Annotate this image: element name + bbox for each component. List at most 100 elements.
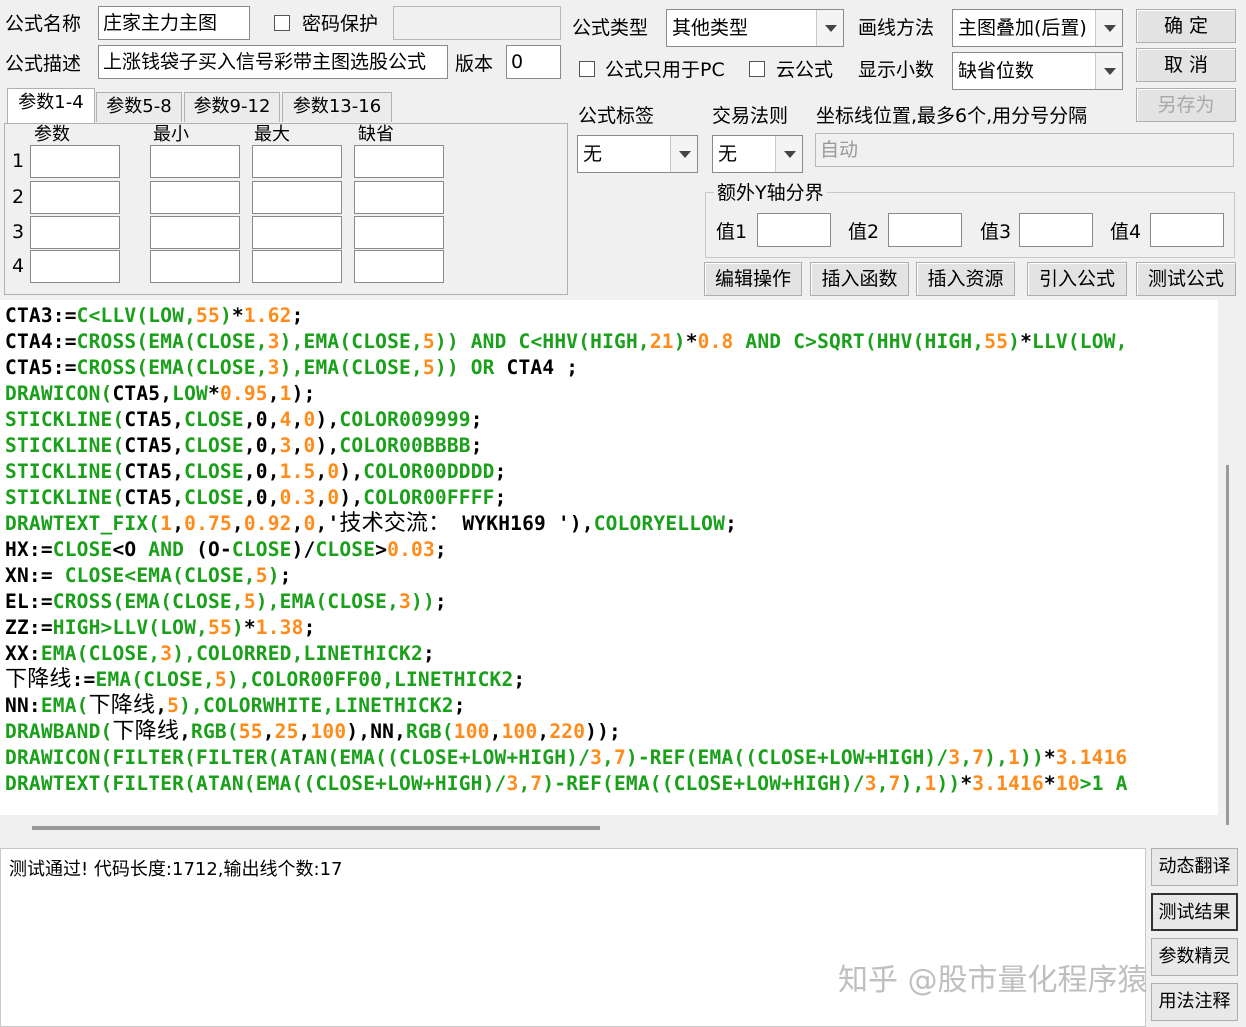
ok-button[interactable]: 确 定 — [1136, 9, 1236, 43]
import-formula-button[interactable]: 引入公式 — [1027, 262, 1127, 296]
formula-name-input[interactable]: 庄家主力主图 — [98, 6, 250, 40]
code-line[interactable]: STICKLINE(CTA5,CLOSE,0,3,0),COLOR00BBBB; — [5, 433, 483, 459]
param-row-number: 1 — [12, 150, 25, 172]
tab-params-13-16[interactable]: 参数13-16 — [282, 92, 392, 122]
draw-method-value: 主图叠加(后置) — [958, 17, 1087, 39]
password-checkbox[interactable] — [274, 15, 290, 31]
code-line[interactable]: NN:EMA(下降线,5),COLORWHITE,LINETHICK2; — [5, 693, 466, 719]
chevron-down-icon[interactable] — [670, 136, 697, 172]
code-line[interactable]: EL:=CROSS(EMA(CLOSE,5),EMA(CLOSE,3)); — [5, 589, 447, 615]
pc-only-label: 公式只用于PC — [605, 59, 725, 81]
draw-method-select[interactable]: 主图叠加(后置) — [952, 9, 1123, 47]
axis-position-input[interactable]: 自动 — [815, 133, 1234, 167]
param-name-input[interactable] — [30, 250, 120, 283]
param-row-number: 3 — [12, 221, 25, 243]
vertical-scrollbar-thumb[interactable] — [1226, 465, 1229, 825]
code-line[interactable]: DRAWBAND(下降线,RGB(55,25,100),NN,RGB(100,1… — [5, 719, 621, 745]
code-line[interactable]: STICKLINE(CTA5,CLOSE,0,4,0),COLOR009999; — [5, 407, 483, 433]
param-col-min: 最小 — [153, 124, 189, 145]
value1-input[interactable] — [757, 213, 831, 247]
param-default-input[interactable] — [354, 216, 444, 249]
version-input[interactable]: 0 — [506, 45, 561, 79]
chevron-down-icon[interactable] — [1095, 10, 1122, 46]
code-line[interactable]: DRAWTEXT(FILTER(ATAN(EMA((CLOSE+LOW+HIGH… — [5, 771, 1128, 797]
code-line[interactable]: CTA5:=CROSS(EMA(CLOSE,3),EMA(CLOSE,5)) O… — [5, 355, 578, 381]
param-default-input[interactable] — [354, 250, 444, 283]
save-as-button[interactable]: 另存为 — [1136, 88, 1236, 122]
code-line[interactable]: CTA3:=C<LLV(LOW,55)*1.62; — [5, 303, 304, 329]
value1-label: 值1 — [716, 221, 748, 243]
decimal-value: 缺省位数 — [958, 60, 1035, 82]
formula-type-select[interactable]: 其他类型 — [666, 9, 844, 47]
param-min-input[interactable] — [150, 250, 240, 283]
code-line[interactable]: DRAWTEXT_FIX(1,0.75,0.92,0,'技术交流： WYKH16… — [5, 511, 737, 537]
code-line[interactable]: DRAWICON(CTA5,LOW*0.95,1); — [5, 381, 316, 407]
code-line[interactable]: XN:= CLOSE<EMA(CLOSE,5); — [5, 563, 292, 589]
insert-function-button[interactable]: 插入函数 — [810, 262, 909, 296]
param-wizard-button[interactable]: 参数精灵 — [1151, 938, 1238, 976]
formula-tag-label: 公式标签 — [578, 105, 655, 127]
param-max-input[interactable] — [252, 216, 342, 249]
axis-position-label: 坐标线位置,最多6个,用分号分隔 — [816, 105, 1088, 127]
pc-only-checkbox[interactable] — [579, 61, 595, 77]
vertical-scrollbar[interactable] — [1218, 300, 1238, 845]
cloud-formula-checkbox[interactable] — [749, 61, 765, 77]
test-result-panel: 测试通过! 代码长度:1712,输出线个数:17 — [0, 848, 1146, 1027]
horizontal-scrollbar-thumb[interactable] — [32, 826, 600, 830]
value3-input[interactable] — [1019, 213, 1093, 247]
trade-rule-label: 交易法则 — [712, 105, 789, 127]
formula-tag-select[interactable]: 无 — [577, 135, 698, 173]
test-formula-button[interactable]: 测试公式 — [1136, 262, 1236, 296]
code-line[interactable]: 下降线:=EMA(CLOSE,5),COLOR00FF00,LINETHICK2… — [5, 667, 525, 693]
usage-notes-button[interactable]: 用法注释 — [1151, 983, 1238, 1021]
code-line[interactable]: CTA4:=CROSS(EMA(CLOSE,3),EMA(CLOSE,5)) A… — [5, 329, 1128, 355]
value3-label: 值3 — [980, 221, 1012, 243]
param-row-number: 4 — [12, 255, 25, 277]
param-name-input[interactable] — [30, 216, 120, 249]
param-col-name: 参数 — [34, 124, 70, 145]
param-name-input[interactable] — [30, 181, 120, 214]
code-editor[interactable]: CTA3:=C<LLV(LOW,55)*1.62; CTA4:=CROSS(EMA… — [0, 300, 1218, 815]
param-min-input[interactable] — [150, 181, 240, 214]
code-line[interactable]: XX:EMA(CLOSE,3),COLORRED,LINETHICK2; — [5, 641, 435, 667]
horizontal-scrollbar[interactable] — [0, 815, 1218, 843]
tab-params-1-4[interactable]: 参数1-4 — [7, 88, 95, 124]
code-line[interactable]: STICKLINE(CTA5,CLOSE,0,1.5,0),COLOR00DDD… — [5, 459, 507, 485]
code-line[interactable]: DRAWICON(FILTER(FILTER(ATAN(EMA((CLOSE+L… — [5, 745, 1128, 771]
cancel-button[interactable]: 取 消 — [1136, 48, 1236, 82]
value2-input[interactable] — [888, 213, 962, 247]
formula-desc-input[interactable]: 上涨钱袋子买入信号彩带主图选股公式 — [98, 45, 448, 79]
watermark: 知乎 @股市量化程序猿 — [838, 963, 1148, 998]
chevron-down-icon[interactable] — [775, 136, 802, 172]
param-name-input[interactable] — [30, 145, 120, 178]
value4-input[interactable] — [1150, 213, 1224, 247]
test-result-button[interactable]: 测试结果 — [1151, 893, 1238, 931]
test-result-text: 测试通过! 代码长度:1712,输出线个数:17 — [9, 859, 343, 880]
password-input[interactable] — [393, 6, 561, 40]
code-line[interactable]: ZZ:=HIGH>LLV(LOW,55)*1.38; — [5, 615, 316, 641]
code-line[interactable]: STICKLINE(CTA5,CLOSE,0,0.3,0),COLOR00FFF… — [5, 485, 507, 511]
extra-y-axis-label: 额外Y轴分界 — [714, 181, 827, 205]
param-max-input[interactable] — [252, 250, 342, 283]
tab-params-9-12[interactable]: 参数9-12 — [184, 92, 280, 122]
chevron-down-icon[interactable] — [816, 10, 843, 46]
param-default-input[interactable] — [354, 145, 444, 178]
formula-tag-value: 无 — [583, 143, 603, 165]
param-max-input[interactable] — [252, 145, 342, 178]
param-min-input[interactable] — [150, 145, 240, 178]
tab-params-5-8[interactable]: 参数5-8 — [96, 92, 182, 122]
password-label: 密码保护 — [302, 13, 379, 35]
formula-type-value: 其他类型 — [672, 17, 749, 39]
param-col-default: 缺省 — [358, 124, 394, 145]
insert-resource-button[interactable]: 插入资源 — [916, 262, 1015, 296]
param-max-input[interactable] — [252, 181, 342, 214]
edit-ops-button[interactable]: 编辑操作 — [704, 262, 802, 296]
chevron-down-icon[interactable] — [1095, 53, 1122, 89]
code-line[interactable]: HX:=CLOSE<O AND (O-CLOSE)/CLOSE>0.03; — [5, 537, 447, 563]
value4-label: 值4 — [1110, 221, 1142, 243]
param-min-input[interactable] — [150, 216, 240, 249]
param-default-input[interactable] — [354, 181, 444, 214]
dynamic-translate-button[interactable]: 动态翻译 — [1151, 848, 1238, 886]
trade-rule-select[interactable]: 无 — [712, 135, 803, 173]
decimal-select[interactable]: 缺省位数 — [952, 52, 1123, 90]
